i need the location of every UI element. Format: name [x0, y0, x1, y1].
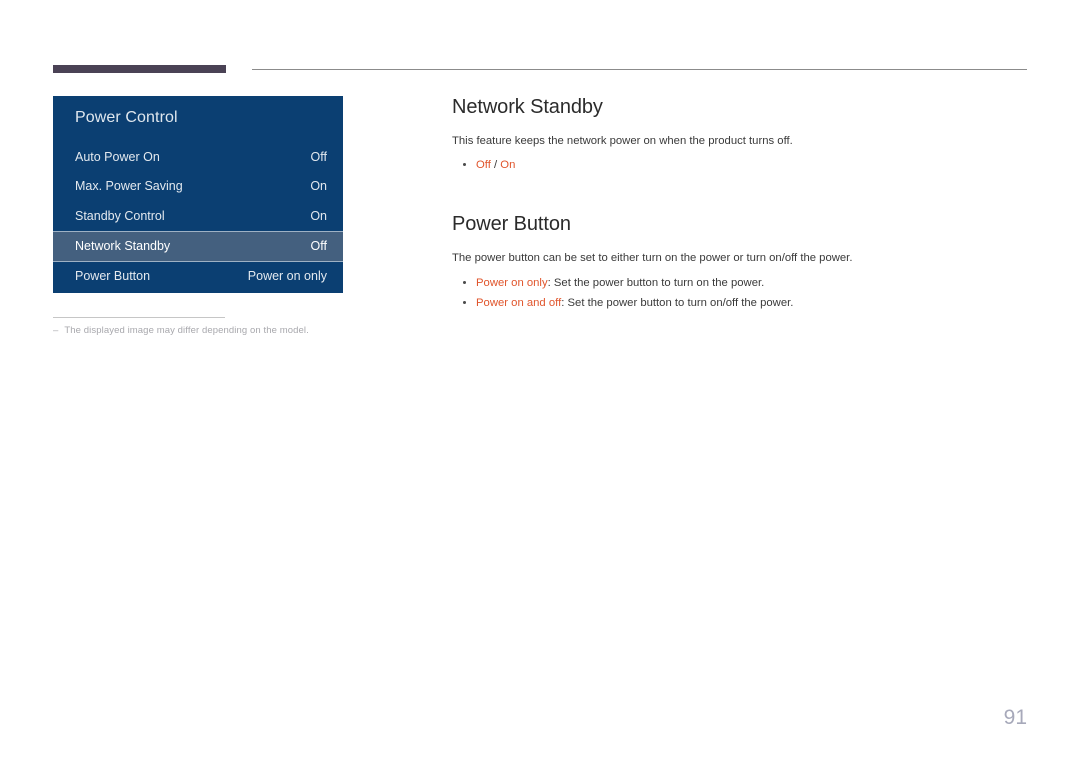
osd-item-label: Standby Control [75, 208, 165, 223]
option-description: : Set the power button to turn on/off th… [561, 296, 794, 309]
list-item: Power on and off: Set the power button t… [452, 293, 1032, 313]
osd-item-label: Network Standby [75, 239, 171, 253]
osd-power-control-panel: Power Control Auto Power On Off Max. Pow… [53, 96, 343, 293]
section-paragraph-network-standby: This feature keeps the network power on … [452, 135, 793, 147]
footnote-dash: – [53, 325, 59, 336]
bullet-list-network-standby: Off / On [452, 155, 1032, 175]
osd-item-value: Off [310, 239, 327, 253]
header-divider-rule [252, 69, 1027, 70]
option-value-power-on-only: Power on only [476, 276, 548, 289]
header-accent-bar [53, 65, 226, 73]
list-item: Off / On [452, 155, 1032, 175]
page-number: 91 [1003, 706, 1027, 729]
osd-item-label: Power Button [75, 269, 151, 284]
osd-item-label: Max. Power Saving [75, 179, 183, 194]
osd-panel-title: Power Control [75, 109, 178, 126]
section-heading-network-standby: Network Standby [452, 96, 603, 118]
osd-item-value: Power on only [247, 269, 327, 284]
section-heading-power-button: Power Button [452, 213, 571, 236]
option-value-on: On [500, 159, 516, 172]
option-separator: / [490, 159, 501, 172]
osd-item-value: Off [310, 149, 327, 164]
footnote-divider [53, 317, 225, 318]
osd-item-value: On [310, 179, 327, 194]
osd-item-label: Auto Power On [75, 149, 160, 164]
osd-menu-item-power-button[interactable]: Power Button Power on only [53, 262, 343, 292]
osd-menu-list: Auto Power On Off Max. Power Saving On S… [53, 142, 343, 291]
footnote-text: The displayed image may differ depending… [64, 325, 309, 336]
list-item: Power on only: Set the power button to t… [452, 273, 1032, 293]
option-description: : Set the power button to turn on the po… [547, 276, 765, 289]
osd-menu-item-network-standby[interactable]: Network Standby Off [53, 230, 343, 262]
section-paragraph-power-button: The power button can be set to either tu… [452, 252, 853, 265]
osd-menu-item-standby-control[interactable]: Standby Control On [53, 201, 343, 231]
option-value-power-on-and-off: Power on and off [476, 296, 562, 309]
osd-item-value: On [310, 208, 327, 223]
osd-menu-item-auto-power-on[interactable]: Auto Power On Off [53, 142, 343, 172]
option-value-off: Off [476, 159, 491, 172]
main-content: Network Standby This feature keeps the n… [452, 96, 1032, 313]
footnote: – The displayed image may differ dependin… [53, 325, 309, 336]
osd-menu-item-max-power-saving[interactable]: Max. Power Saving On [53, 172, 343, 202]
bullet-list-power-button: Power on only: Set the power button to t… [452, 273, 1032, 313]
